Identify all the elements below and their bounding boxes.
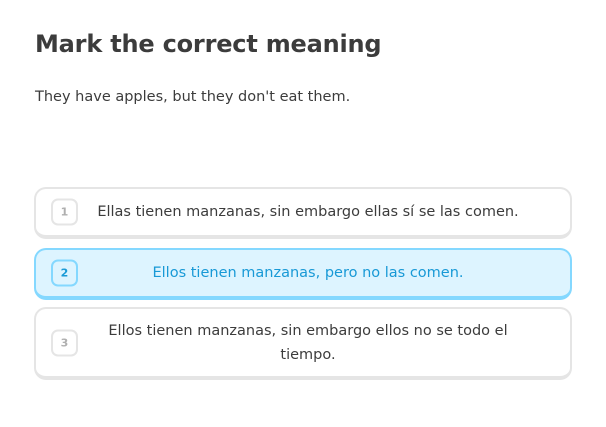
- choice-key-1: 1: [51, 198, 78, 226]
- choice-text-3: Ellos tienen manzanas, sin embargo ellos…: [108, 322, 508, 363]
- choice-text-2: Ellos tienen manzanas, pero no las comen…: [152, 265, 464, 281]
- page-title: Mark the correct meaning: [35, 30, 382, 58]
- choice-key-3: 3: [51, 329, 78, 356]
- choice-text-1: Ellas tienen manzanas, sin embargo ellas…: [97, 204, 519, 220]
- choice-key-2: 2: [51, 259, 78, 287]
- prompt-sentence: They have apples, but they don't eat the…: [35, 89, 351, 105]
- choice-option-1[interactable]: 1 Ellas tienen manzanas, sin embargo ell…: [34, 187, 572, 239]
- choice-option-2[interactable]: 2 Ellos tienen manzanas, pero no las com…: [34, 248, 572, 300]
- choice-list: 1 Ellas tienen manzanas, sin embargo ell…: [34, 187, 572, 380]
- choice-option-3[interactable]: 3 Ellos tienen manzanas, sin embargo ell…: [34, 307, 572, 380]
